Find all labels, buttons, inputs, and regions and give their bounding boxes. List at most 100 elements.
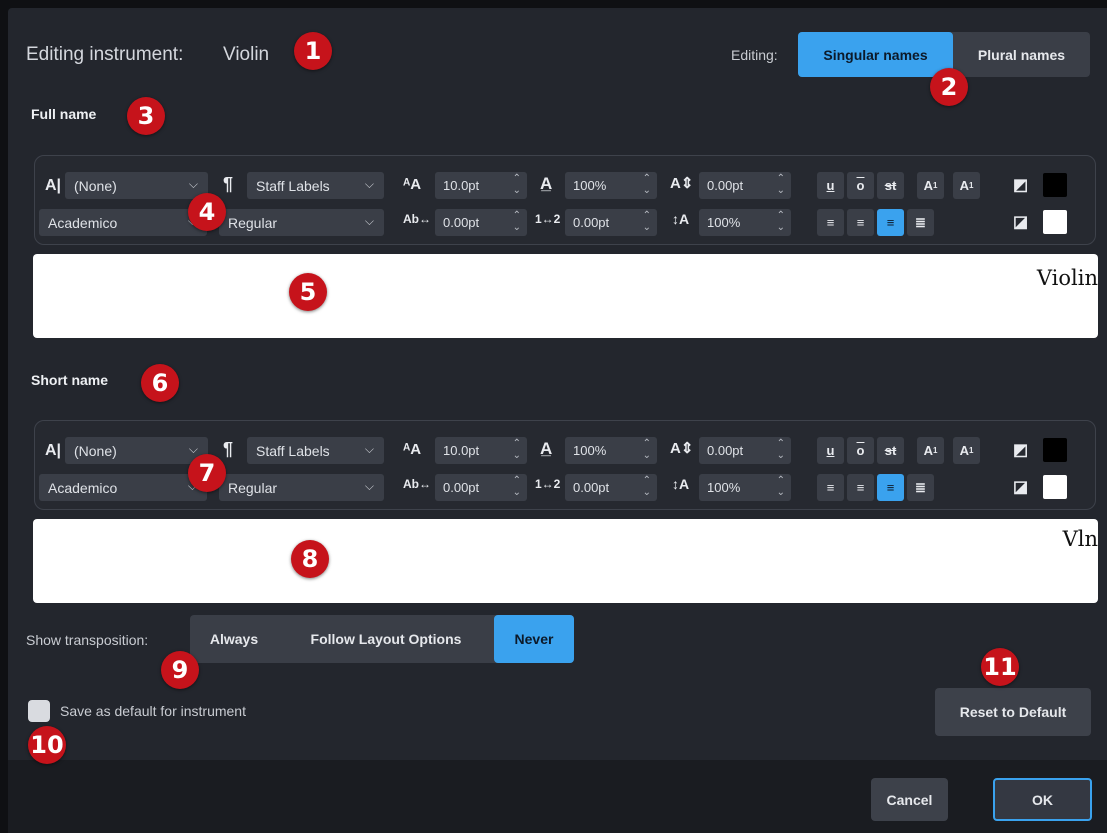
transposition-never-button[interactable]: Never [494,615,574,663]
paragraph-style-select[interactable]: (None) ⌵ [65,437,208,464]
reset-to-default-button[interactable]: Reset to Default [935,688,1091,736]
stepper-icon[interactable]: ⌃ ⌄ [643,438,651,462]
save-default-label: Save as default for instrument [60,703,246,719]
font-family-value: Academico [48,214,118,231]
stepper-icon[interactable]: ⌃ ⌄ [643,173,651,197]
chevron-down-icon: ⌵ [364,479,374,493]
short-name-editor[interactable]: Vln [33,519,1098,603]
singular-names-button[interactable]: Singular names [798,32,953,77]
ok-button[interactable]: OK [993,778,1092,821]
text-color-swatch[interactable] [1043,438,1067,462]
subscript-label: A [959,443,969,458]
font-size-input[interactable]: 10.0pt ⌃ ⌄ [435,172,527,199]
strikethrough-button[interactable]: st [877,437,904,464]
stepper-icon[interactable]: ⌃ ⌄ [777,173,785,197]
transposition-follow-layout-button[interactable]: Follow Layout Options [278,615,494,663]
stepper-icon[interactable]: ⌃ ⌄ [777,438,785,462]
tracking-icon: 1↔2 [535,477,561,491]
baseline-offset-input[interactable]: 0.00pt ⌃ ⌄ [699,437,791,464]
height-scale-value: 100% [707,215,741,230]
font-size-icon: ᴬA [403,441,422,458]
show-transposition-switch: Always Follow Layout Options Never [190,615,574,663]
baseline-offset-value: 0.00pt [707,178,744,193]
show-transposition-label: Show transposition: [26,632,149,648]
transposition-always-button[interactable]: Always [190,615,278,663]
edit-instrument-names-dialog: Editing instrument: Violin Editing: Sing… [8,8,1107,833]
character-style-select[interactable]: Staff Labels ⌵ [247,172,384,199]
full-name-editor[interactable]: Violin [33,254,1098,338]
width-scale-input[interactable]: 100% ⌃ ⌄ [565,437,657,464]
baseline-offset-input[interactable]: 0.00pt ⌃ ⌄ [699,172,791,199]
kerning-input[interactable]: 0.00pt ⌃ ⌄ [435,474,527,501]
tracking-input[interactable]: 0.00pt ⌃ ⌄ [565,209,657,236]
strikethrough-button[interactable]: st [877,172,904,199]
tracking-value: 0.00pt [573,480,610,495]
callout-badge-3: 3 [127,97,165,135]
overline-button[interactable]: o [847,437,874,464]
justify-button[interactable]: ≣ [907,209,934,236]
paragraph-style-icon: A| [45,177,62,194]
baseline-offset-value: 0.00pt [707,443,744,458]
paragraph-style-value: (None) [74,177,117,194]
font-style-select[interactable]: Regular ⌵ [219,474,384,501]
height-scale-input[interactable]: 100% ⌃ ⌄ [699,474,791,501]
stepper-icon[interactable]: ⌃ ⌄ [777,210,785,234]
align-right-icon: ≡ [886,480,895,495]
cancel-button[interactable]: Cancel [871,778,948,821]
align-center-icon: ≡ [856,215,865,230]
paragraph-style-icon: A| [45,442,62,459]
callout-badge-2: 2 [930,68,968,106]
align-right-button[interactable]: ≡ [877,474,904,501]
baseline-offset-icon: A⇕ [670,175,694,192]
chevron-down-icon: ⌵ [188,177,198,191]
stepper-icon[interactable]: ⌃ ⌄ [643,475,651,499]
stepper-icon[interactable]: ⌃ ⌄ [513,173,521,197]
justify-button[interactable]: ≣ [907,474,934,501]
text-color-swatch[interactable] [1043,173,1067,197]
superscript-button[interactable]: A1 [917,172,944,199]
align-left-button[interactable]: ≡ [817,474,844,501]
subscript-button[interactable]: A1 [953,172,980,199]
height-scale-icon: ↕A [672,476,690,492]
align-right-button[interactable]: ≡ [877,209,904,236]
stepper-icon[interactable]: ⌃ ⌄ [513,475,521,499]
chevron-down-icon: ⌵ [188,442,198,456]
stepper-icon[interactable]: ⌃ ⌄ [513,438,521,462]
underline-button[interactable]: u [817,437,844,464]
dialog-footer: Cancel OK [8,760,1107,833]
stepper-icon[interactable]: ⌃ ⌄ [777,475,785,499]
editing-label: Editing: [731,47,778,63]
width-scale-input[interactable]: 100% ⌃ ⌄ [565,172,657,199]
callout-badge-4: 4 [188,193,226,231]
font-size-value: 10.0pt [443,178,480,193]
underline-button[interactable]: u [817,172,844,199]
width-scale-value: 100% [573,178,607,193]
pilcrow-icon: ¶ [223,439,234,459]
font-size-input[interactable]: 10.0pt ⌃ ⌄ [435,437,527,464]
align-left-icon: ≡ [826,480,835,495]
kerning-input[interactable]: 0.00pt ⌃ ⌄ [435,209,527,236]
align-center-button[interactable]: ≡ [847,474,874,501]
font-family-select[interactable]: Academico⌵ [39,474,207,501]
stepper-icon[interactable]: ⌃ ⌄ [513,210,521,234]
save-default-checkbox[interactable] [28,700,50,722]
align-left-button[interactable]: ≡ [817,209,844,236]
background-color-swatch[interactable] [1043,210,1067,234]
callout-badge-10: 10 [28,726,66,764]
font-family-select[interactable]: Academico⌵ [39,209,207,236]
character-style-select[interactable]: Staff Labels ⌵ [247,437,384,464]
height-scale-input[interactable]: 100% ⌃ ⌄ [699,209,791,236]
overline-button[interactable]: o [847,172,874,199]
subscript-button[interactable]: A1 [953,437,980,464]
tracking-input[interactable]: 0.00pt ⌃ ⌄ [565,474,657,501]
font-family-value: Academico [48,479,118,496]
justify-icon: ≣ [915,214,926,230]
background-color-swatch[interactable] [1043,475,1067,499]
superscript-button[interactable]: A1 [917,437,944,464]
align-center-button[interactable]: ≡ [847,209,874,236]
font-size-icon: ᴬA [403,176,422,193]
font-style-select[interactable]: Regular ⌵ [219,209,384,236]
paragraph-style-select[interactable]: (None) ⌵ [65,172,208,199]
stepper-icon[interactable]: ⌃ ⌄ [643,210,651,234]
plural-names-button[interactable]: Plural names [953,32,1090,77]
